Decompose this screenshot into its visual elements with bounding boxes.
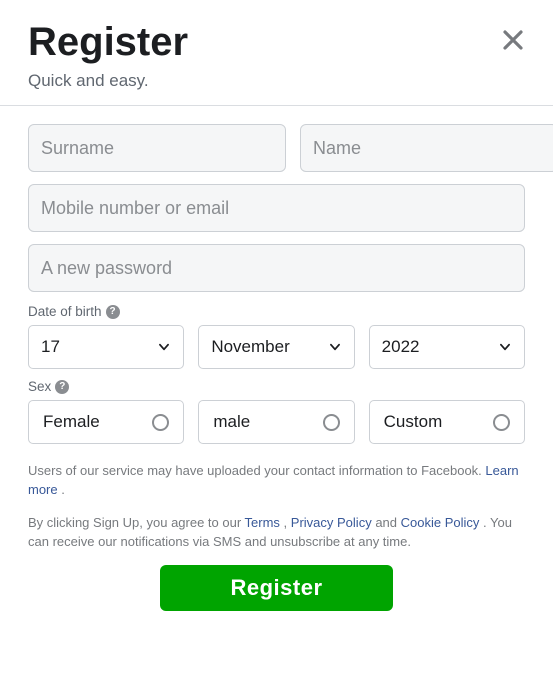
contact-input[interactable] (28, 184, 525, 232)
surname-input[interactable] (28, 124, 286, 172)
chevron-down-icon (157, 340, 171, 354)
legal-agree-info: By clicking Sign Up, you agree to our Te… (28, 514, 525, 552)
password-input[interactable] (28, 244, 525, 292)
cookie-link[interactable]: Cookie Policy (401, 515, 480, 530)
help-icon[interactable]: ? (106, 305, 120, 319)
dob-year-value: 2022 (382, 337, 420, 357)
radio-icon (323, 414, 340, 431)
sex-option-label: male (213, 412, 250, 432)
dob-label-row: Date of birth ? (28, 304, 525, 319)
sex-option-label: Custom (384, 412, 443, 432)
chevron-down-icon (328, 340, 342, 354)
chevron-down-icon (498, 340, 512, 354)
terms-link[interactable]: Terms (245, 515, 280, 530)
register-dialog: Register Quick and easy. Date of birth ?… (0, 0, 553, 639)
dialog-subtitle: Quick and easy. (28, 71, 525, 91)
sex-option-custom[interactable]: Custom (369, 400, 525, 444)
dob-month-select[interactable]: November (198, 325, 354, 369)
dob-day-select[interactable]: 17 (28, 325, 184, 369)
legal-upload-info: Users of our service may have uploaded y… (28, 462, 525, 500)
dob-month-value: November (211, 337, 289, 357)
dob-year-select[interactable]: 2022 (369, 325, 525, 369)
dialog-title: Register (28, 20, 525, 65)
sex-option-label: Female (43, 412, 100, 432)
register-button[interactable]: Register (160, 565, 392, 611)
sex-option-female[interactable]: Female (28, 400, 184, 444)
dob-label: Date of birth (28, 304, 102, 319)
sex-label: Sex (28, 379, 51, 394)
privacy-link[interactable]: Privacy Policy (291, 515, 372, 530)
sex-option-male[interactable]: male (198, 400, 354, 444)
close-icon[interactable] (501, 28, 525, 52)
help-icon[interactable]: ? (55, 380, 69, 394)
radio-icon (152, 414, 169, 431)
dob-day-value: 17 (41, 337, 60, 357)
name-input[interactable] (300, 124, 553, 172)
header-divider (0, 105, 553, 106)
radio-icon (493, 414, 510, 431)
sex-label-row: Sex ? (28, 379, 525, 394)
